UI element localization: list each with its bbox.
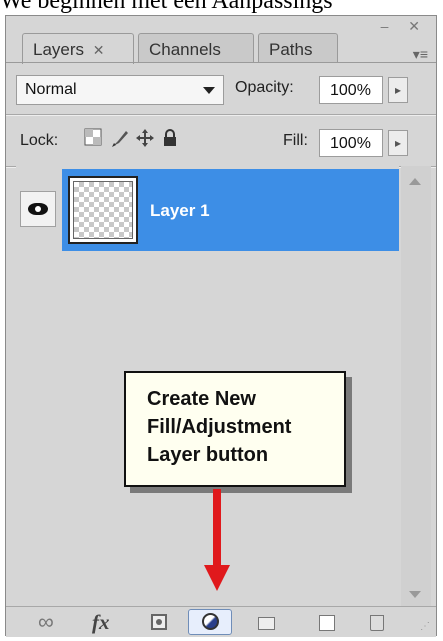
close-icon[interactable]: ✕ xyxy=(93,42,105,58)
link-icon[interactable]: ∞ xyxy=(38,611,54,633)
layer-thumbnail xyxy=(68,176,138,244)
callout-line: Layer button xyxy=(147,444,269,466)
callout-line: Fill/Adjustment xyxy=(147,416,292,438)
group-folder-icon[interactable] xyxy=(258,611,275,633)
opacity-label: Opacity: xyxy=(235,79,294,96)
layers-scrollbar[interactable] xyxy=(401,166,431,616)
blend-row: Normal Opacity: 100% ▸ xyxy=(6,64,436,114)
annotation-arrow-shaft xyxy=(213,489,221,567)
tab-channels-label: Channels xyxy=(149,40,221,59)
page-caption: We beginnen met een Aanpassings xyxy=(0,0,333,14)
visibility-toggle[interactable] xyxy=(20,191,56,227)
opacity-stepper[interactable]: ▸ xyxy=(388,77,408,103)
panel-footer: ∞ fx ⋰ xyxy=(6,606,436,637)
tab-channels[interactable]: Channels xyxy=(138,33,254,63)
fill-field[interactable]: 100% xyxy=(319,129,383,157)
annotation-arrow-icon xyxy=(204,565,230,591)
new-layer-icon[interactable] xyxy=(319,611,335,633)
tab-layers[interactable]: Layers ✕ xyxy=(22,33,134,64)
blend-mode-select[interactable]: Normal xyxy=(16,75,224,105)
panel-menu-icon[interactable]: ▾≡ xyxy=(413,46,428,63)
fill-stepper[interactable]: ▸ xyxy=(388,130,408,156)
lock-row: Lock: Fill: 100% ▸ xyxy=(6,116,436,166)
lock-position-icon[interactable] xyxy=(134,128,156,150)
lock-label: Lock: xyxy=(20,132,59,149)
tab-layers-label: Layers xyxy=(33,40,85,59)
new-fill-adjustment-layer-icon xyxy=(202,613,219,630)
fill-label: Fill: xyxy=(283,132,308,149)
tab-paths-label: Paths xyxy=(269,40,313,59)
layer-name: Layer 1 xyxy=(150,201,210,220)
fx-icon[interactable]: fx xyxy=(92,611,110,633)
opacity-field[interactable]: 100% xyxy=(319,76,383,104)
scroll-up-icon[interactable] xyxy=(409,178,421,185)
annotation-callout: Create New Fill/Adjustment Layer button xyxy=(124,371,346,487)
lock-image-pixels-icon[interactable] xyxy=(109,128,131,150)
tab-divider xyxy=(6,62,436,63)
lock-all-icon[interactable] xyxy=(159,128,181,150)
scroll-down-icon[interactable] xyxy=(409,591,421,598)
layer-row[interactable]: Layer 1 xyxy=(16,169,399,251)
window-controls[interactable]: – ✕ xyxy=(381,18,428,35)
tab-paths[interactable]: Paths xyxy=(258,33,338,63)
new-fill-adjustment-layer-button[interactable] xyxy=(188,609,232,635)
layers-panel: – ✕ Layers ✕ Channels Paths ▾≡ Normal Op… xyxy=(5,15,437,637)
trash-icon[interactable] xyxy=(370,611,384,633)
eye-icon xyxy=(28,203,48,215)
blend-mode-value: Normal xyxy=(25,81,77,98)
layer-item-selected[interactable]: Layer 1 xyxy=(62,169,399,251)
chevron-down-icon xyxy=(203,87,215,94)
add-mask-icon[interactable] xyxy=(151,611,167,633)
lock-transparent-pixels-icon[interactable] xyxy=(82,128,104,150)
callout-line: Create New xyxy=(147,388,256,410)
resize-grip-icon[interactable]: ⋰ xyxy=(420,621,430,632)
